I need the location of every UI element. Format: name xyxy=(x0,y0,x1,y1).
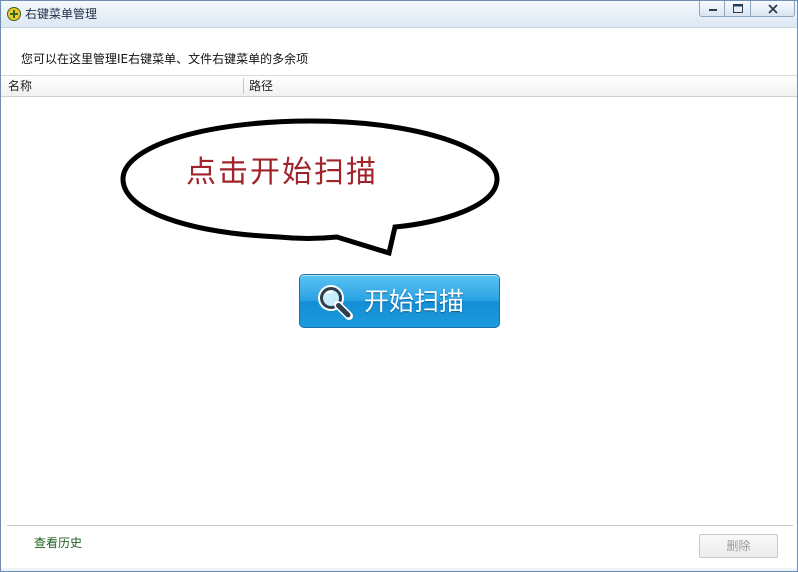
magnifier-icon xyxy=(318,285,353,320)
info-text: 您可以在这里管理IE右键菜单、文件右键菜单的多余项 xyxy=(21,52,309,66)
close-icon xyxy=(768,4,778,14)
column-header-path[interactable]: 路径 xyxy=(249,79,273,93)
maximize-button[interactable] xyxy=(725,1,751,17)
maximize-icon xyxy=(733,4,743,13)
minimize-button[interactable] xyxy=(699,1,725,17)
window-bottom-edge xyxy=(1,568,797,571)
column-header-name[interactable]: 名称 xyxy=(8,79,32,93)
minimize-icon xyxy=(709,9,717,11)
start-scan-label: 开始扫描 xyxy=(364,287,465,316)
column-separator[interactable] xyxy=(243,78,244,94)
close-button[interactable] xyxy=(751,1,795,17)
speech-bubble-text: 点击开始扫描 xyxy=(186,155,378,190)
title-bar[interactable]: 右键菜单管理 xyxy=(1,1,797,28)
footer-divider xyxy=(7,525,793,526)
main-window: 右键菜单管理 您可以在这里管理IE右键菜单、文件右键菜单的多余项 名称 路径 点… xyxy=(0,0,798,572)
list-header: 名称 路径 xyxy=(1,75,797,97)
start-scan-button[interactable]: 开始扫描 xyxy=(299,274,500,328)
window-title: 右键菜单管理 xyxy=(25,7,98,21)
delete-button[interactable]: 删除 xyxy=(699,534,778,558)
window-controls xyxy=(699,1,795,17)
app-logo-icon xyxy=(7,7,21,21)
view-history-link[interactable]: 查看历史 xyxy=(34,536,82,550)
